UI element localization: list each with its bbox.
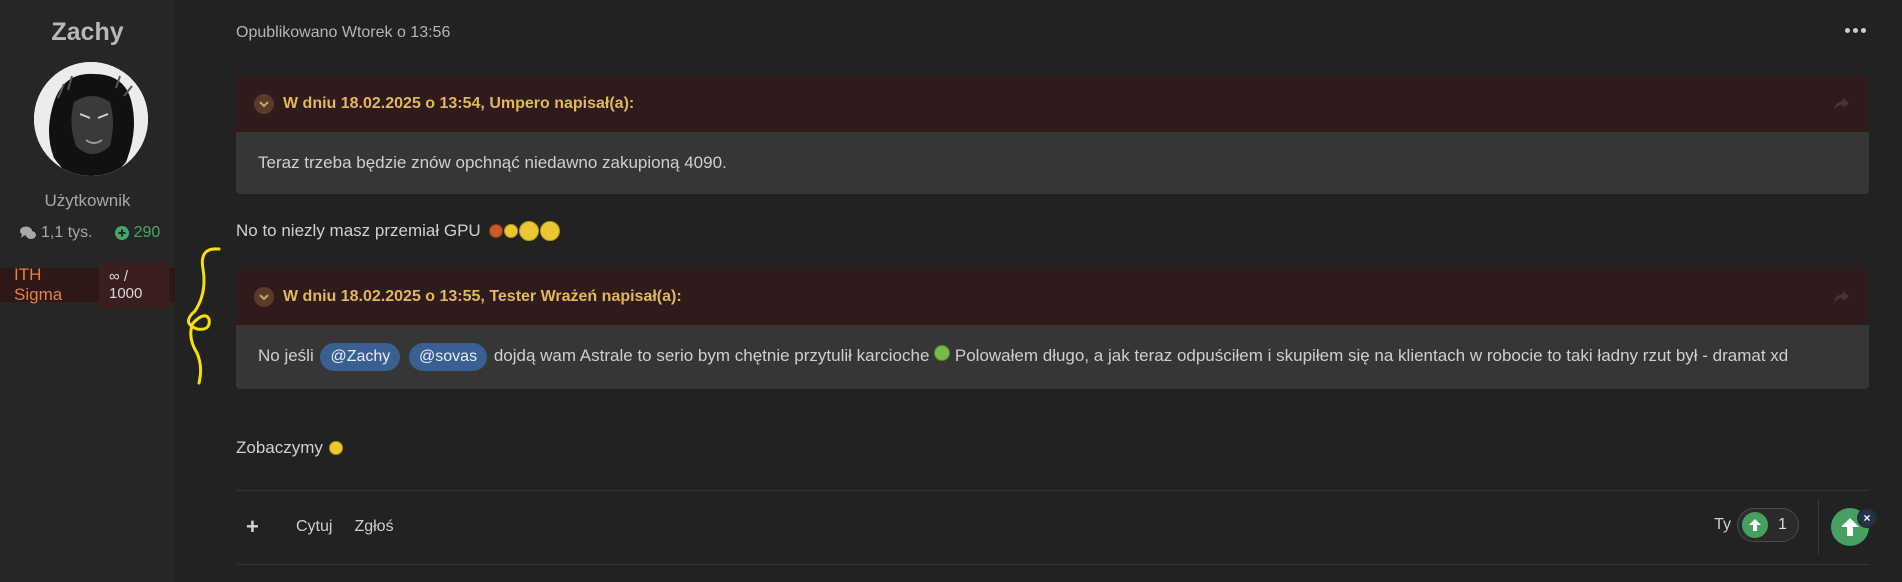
quote-block-2: W dniu 18.02.2025 o 13:55, Tester Wrażeń… [236,269,1869,389]
reputation-value: 290 [133,224,161,241]
report-button[interactable]: Zgłoś [354,518,393,536]
rank-name: ITH Sigma [14,265,63,304]
quote-body-1: Teraz trzeba będzie znów opchnąć niedawn… [236,132,1869,194]
share-icon[interactable] [1831,287,1851,307]
upvote-button[interactable]: × [1831,508,1877,546]
yellow-annotation [187,247,221,385]
plus-circle-icon [114,226,129,240]
more-options-button[interactable] [1841,20,1869,40]
post-actions: + Cytuj Zgłoś Ty 1 × [236,490,1877,564]
upvote-icon [1742,512,1768,538]
more-dots-icon [1844,27,1850,33]
vote-count: 1 [1778,516,1787,533]
quote-title-2: W dniu 18.02.2025 o 13:55, Tester Wrażeń… [283,288,682,305]
quote-title-1: W dniu 18.02.2025 o 13:54, Umpero napisa… [283,95,635,112]
divider [236,564,1869,565]
author-sidebar: Zachy Użytkownik 1,1 tys. 290 ITH Sigma … [0,0,175,582]
plus-icon[interactable]: + [246,514,266,540]
comments-icon [20,226,36,239]
close-icon[interactable]: × [1857,508,1877,528]
mention-zachy[interactable]: @Zachy [320,343,401,371]
emoji-icon [488,221,560,241]
rank-count: ∞ / 1000 [98,262,169,308]
author-name[interactable]: Zachy [0,18,175,47]
reputation: 290 [114,224,161,242]
reacted-by[interactable]: Ty [1714,516,1731,534]
post-count-value: 1,1 tys. [41,224,93,241]
divider [1818,500,1819,554]
post-text-1: No to niezly masz przemiał GPU [236,221,560,241]
user-role: Użytkownik [44,191,131,210]
post-text-2-content: Zobaczymy [236,438,323,457]
share-icon[interactable] [1831,94,1851,114]
post-date[interactable]: Opublikowano Wtorek o 13:56 [236,24,450,42]
chevron-down-icon[interactable] [254,94,274,114]
emoji-icon [328,441,343,455]
author-stats: 1,1 tys. 290 [20,224,160,242]
quote-2-prefix: No jeśli [258,346,314,365]
chevron-down-icon[interactable] [254,287,274,307]
avatar-image [34,62,148,176]
post-text-1-content: No to niezly masz przemiał GPU [236,221,481,240]
mention-sovas[interactable]: @sovas [409,343,488,371]
quote-header-2[interactable]: W dniu 18.02.2025 o 13:55, Tester Wrażeń… [236,269,1869,325]
quote-header-1[interactable]: W dniu 18.02.2025 o 13:54, Umpero napisa… [236,76,1869,132]
post-count: 1,1 tys. [20,224,93,242]
quote-block-1: W dniu 18.02.2025 o 13:54, Umpero napisa… [236,76,1869,194]
post-text-2: Zobaczymy [236,438,343,458]
quote-2-suffix: dojdą wam Astrale to serio bym chętnie p… [493,346,930,365]
quote-2-continuation: Polowałem długo, a jak teraz odpuściłem … [954,346,1789,365]
avatar[interactable] [34,62,148,176]
quote-body-2: No jeśli @Zachy @sovas dojdą wam Astrale… [236,325,1869,389]
post-content: Opublikowano Wtorek o 13:56 W dniu 18.02… [236,0,1877,582]
rank-badge: ITH Sigma ∞ / 1000 [0,262,175,308]
vote-button[interactable]: 1 [1737,508,1799,542]
quote-button[interactable]: Cytuj [296,518,332,536]
emoji-icon [934,345,951,361]
